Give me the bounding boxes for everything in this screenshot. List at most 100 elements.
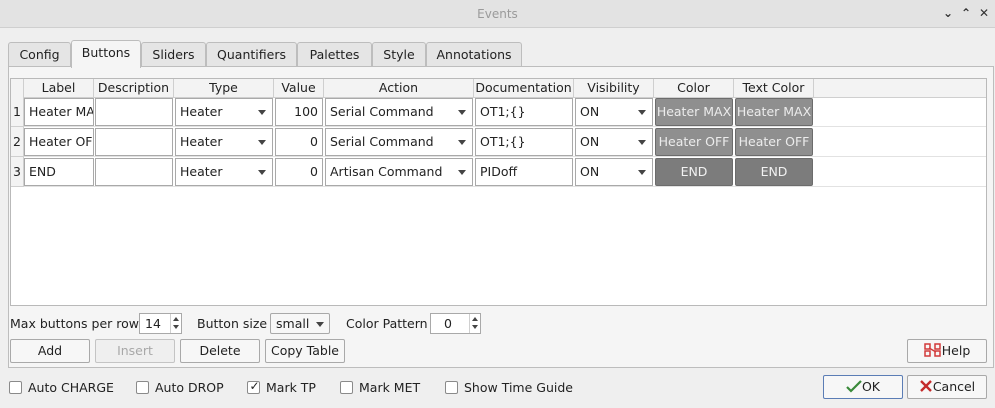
cancel-label: Cancel [932, 379, 976, 394]
label-cell[interactable]: Heater MAX [24, 98, 94, 126]
value-cell[interactable]: 0 [275, 128, 323, 156]
copy-table-button[interactable]: Copy Table [265, 339, 345, 363]
button-size-label: Button size [197, 316, 268, 331]
close-icon[interactable]: ✕ [976, 5, 992, 21]
chevron-down-icon [638, 170, 646, 175]
column-header-action[interactable]: Action [324, 79, 474, 98]
column-header-visibility[interactable]: Visibility [574, 79, 654, 98]
max-buttons-spinbox[interactable]: 14 [139, 313, 182, 334]
add-button[interactable]: Add [10, 339, 90, 363]
documentation-cell[interactable]: PIDoff [475, 158, 573, 186]
row-number[interactable]: 1 [11, 97, 24, 127]
ok-button[interactable]: OK [823, 375, 903, 399]
help-label: Help [941, 343, 971, 358]
tab-style[interactable]: Style [372, 42, 426, 67]
visibility-combo[interactable]: ON [575, 158, 653, 186]
description-cell[interactable] [95, 98, 173, 126]
visibility-combo[interactable]: ON [575, 128, 653, 156]
type-combo[interactable]: Heater [175, 158, 273, 186]
documentation-cell[interactable]: OT1;{} [475, 128, 573, 156]
color-pattern-label: Color Pattern [346, 316, 428, 331]
tab-buttons[interactable]: Buttons [71, 40, 141, 68]
checkbox-box [445, 381, 458, 394]
column-header-text-color[interactable]: Text Color [734, 79, 814, 98]
text-color-button[interactable]: END [735, 158, 813, 186]
type-value: Heater [180, 134, 223, 149]
column-header-color[interactable]: Color [654, 79, 734, 98]
insert-button[interactable]: Insert [95, 339, 175, 363]
color-button[interactable]: Heater OFF [655, 128, 733, 156]
button-size-value: small [276, 316, 310, 331]
chevron-down-icon [258, 140, 266, 145]
label-cell[interactable]: Heater OFF [24, 128, 94, 156]
color-button[interactable]: Heater MAX [655, 98, 733, 126]
checkbox-label: Auto CHARGE [28, 380, 114, 395]
checkbox-label: Mark TP [266, 380, 316, 395]
checkbox-box [340, 381, 353, 394]
column-header-type[interactable]: Type [174, 79, 274, 98]
visibility-value: ON [580, 134, 600, 149]
text-color-button[interactable]: Heater MAX [735, 98, 813, 126]
text-color-button[interactable]: Heater OFF [735, 128, 813, 156]
type-combo[interactable]: Heater [175, 128, 273, 156]
checkbox-box: ✓ [247, 379, 260, 394]
description-cell[interactable] [95, 158, 173, 186]
column-header-label[interactable]: Label [24, 79, 94, 98]
cancel-x-icon [919, 380, 932, 392]
chevron-down-icon [638, 110, 646, 115]
table-corner [11, 79, 24, 98]
visibility-value: ON [580, 164, 600, 179]
chevron-down-icon [638, 140, 646, 145]
column-header-documentation[interactable]: Documentation [474, 79, 574, 98]
label-cell[interactable]: END [24, 158, 94, 186]
delete-button[interactable]: Delete [180, 339, 260, 363]
action-combo[interactable]: Serial Command [325, 128, 473, 156]
action-combo[interactable]: Artisan Command [325, 158, 473, 186]
action-value: Artisan Command [330, 164, 443, 179]
cancel-button[interactable]: Cancel [907, 375, 987, 399]
documentation-cell[interactable]: OT1;{} [475, 98, 573, 126]
row-number[interactable]: 2 [11, 127, 24, 157]
spin-arrows[interactable] [469, 314, 480, 333]
column-header-value[interactable]: Value [274, 79, 324, 98]
ok-check-icon [846, 380, 862, 393]
checkbox-label: Auto DROP [155, 380, 224, 395]
description-cell[interactable] [95, 128, 173, 156]
action-combo[interactable]: Serial Command [325, 98, 473, 126]
max-buttons-value: 14 [145, 316, 161, 331]
row-number[interactable]: 3 [11, 157, 24, 187]
value-cell[interactable]: 0 [275, 158, 323, 186]
action-value: Serial Command [330, 104, 434, 119]
tab-sliders[interactable]: Sliders [141, 42, 206, 67]
action-value: Serial Command [330, 134, 434, 149]
chevron-up-icon[interactable]: ⌃ [958, 5, 974, 21]
chevron-down-icon [316, 322, 324, 327]
tab-quantifiers[interactable]: Quantifiers [206, 42, 297, 67]
chevron-down-icon [258, 170, 266, 175]
color-button[interactable]: END [655, 158, 733, 186]
tab-annotations[interactable]: Annotations [426, 42, 522, 67]
window-title: Events [477, 7, 518, 21]
buttons-table[interactable]: Label Description Type Value Action Docu… [10, 78, 987, 306]
type-combo[interactable]: Heater [175, 98, 273, 126]
help-button[interactable]: Help [907, 339, 987, 363]
spin-arrows[interactable] [170, 314, 181, 333]
checkmark-icon: ✓ [249, 379, 260, 393]
chevron-down-icon [458, 140, 466, 145]
color-pattern-spinbox[interactable]: 0 [430, 313, 481, 334]
color-pattern-value: 0 [444, 316, 452, 331]
checkbox-box [9, 381, 22, 394]
tab-config[interactable]: Config [8, 42, 71, 67]
column-header-description[interactable]: Description [94, 79, 174, 98]
visibility-combo[interactable]: ON [575, 98, 653, 126]
checkbox-label: Mark MET [359, 380, 421, 395]
button-size-select[interactable]: small [270, 313, 330, 334]
tab-palettes[interactable]: Palettes [297, 42, 372, 67]
arrow-down-icon [472, 325, 478, 329]
value-cell[interactable]: 100 [275, 98, 323, 126]
max-buttons-label: Max buttons per row [10, 316, 140, 331]
chevron-down-icon [458, 110, 466, 115]
chevron-down-icon[interactable]: ⌄ [940, 5, 956, 21]
arrow-up-icon [472, 317, 478, 321]
ok-label: OK [861, 379, 881, 394]
